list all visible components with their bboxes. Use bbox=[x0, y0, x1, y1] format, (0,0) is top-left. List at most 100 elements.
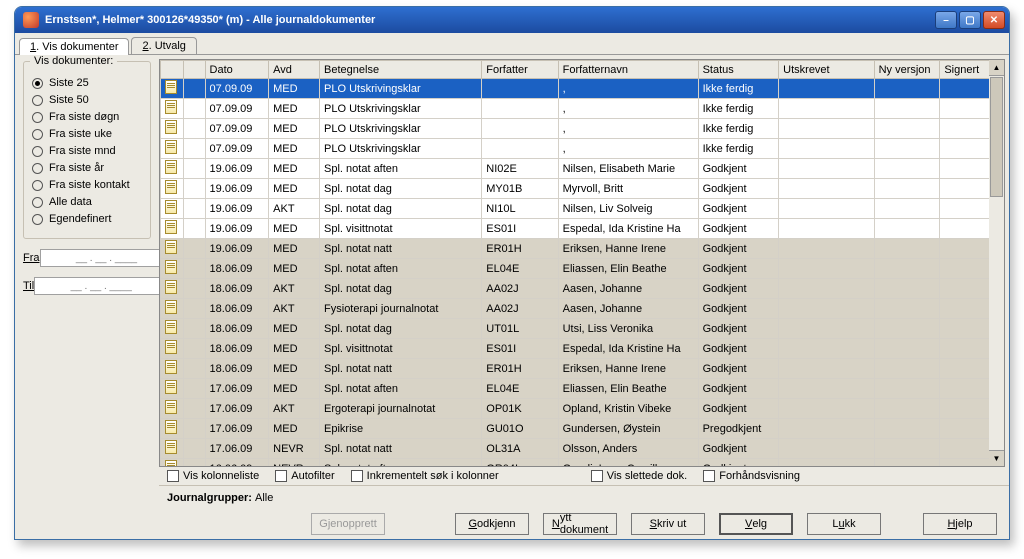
cell-dato: 07.09.09 bbox=[205, 119, 269, 139]
col-header[interactable]: Ny versjon bbox=[874, 61, 940, 79]
table-row[interactable]: 19.06.09MEDSpl. notat aftenNI02ENilsen, … bbox=[161, 159, 1004, 179]
radio-fra-siste-år[interactable]: Fra siste år bbox=[32, 162, 142, 174]
cell-utskrevet bbox=[779, 99, 874, 119]
cell-icon bbox=[161, 159, 184, 179]
table-row[interactable]: 07.09.09MEDPLO Utskrivingsklar,Ikke ferd… bbox=[161, 79, 1004, 99]
radio-alle-data[interactable]: Alle data bbox=[32, 196, 142, 208]
cell-avd: MED bbox=[269, 379, 320, 399]
lukk-button[interactable]: Lukk bbox=[807, 513, 881, 535]
col-header[interactable]: Betegnelse bbox=[320, 61, 482, 79]
close-button[interactable]: ✕ bbox=[983, 11, 1005, 29]
table-row[interactable]: 17.06.09MEDSpl. notat aftenEL04EEliassen… bbox=[161, 379, 1004, 399]
document-grid[interactable]: DatoAvdBetegnelseForfatterForfatternavnS… bbox=[159, 59, 1005, 467]
chk-vis-kolonneliste[interactable]: Vis kolonneliste bbox=[167, 470, 259, 482]
radio-siste-25[interactable]: Siste 25 bbox=[32, 77, 142, 89]
cell-forfatter: MY01B bbox=[482, 179, 558, 199]
table-row[interactable]: 07.09.09MEDPLO Utskrivingsklar,Ikke ferd… bbox=[161, 119, 1004, 139]
col-header[interactable] bbox=[184, 61, 205, 79]
titlebar[interactable]: Ernstsen*, Helmer* 300126*49350* (m) - A… bbox=[15, 7, 1009, 33]
cell-icon bbox=[161, 199, 184, 219]
table-row[interactable]: 19.06.09MEDSpl. visittnotatES01IEspedal,… bbox=[161, 219, 1004, 239]
cell-betegnelse: Spl. notat aften bbox=[320, 379, 482, 399]
table-row[interactable]: 18.06.09MEDSpl. notat aftenEL04EEliassen… bbox=[161, 259, 1004, 279]
scroll-down-icon[interactable]: ▼ bbox=[989, 450, 1004, 466]
chk-forhandsvisning[interactable]: Forhåndsvisning bbox=[703, 470, 800, 482]
cell-utskrevet bbox=[779, 279, 874, 299]
radio-fra-siste-kontakt[interactable]: Fra siste kontakt bbox=[32, 179, 142, 191]
skriv-ut-button[interactable]: Skriv ut bbox=[631, 513, 705, 535]
cell-forfatter: ER01H bbox=[482, 359, 558, 379]
table-row[interactable]: 17.06.09NEVRSpl. notat nattOL31AOlsson, … bbox=[161, 439, 1004, 459]
cell-dato: 18.06.09 bbox=[205, 319, 269, 339]
radio-egendefinert[interactable]: Egendefinert bbox=[32, 213, 142, 225]
cell-blank bbox=[184, 199, 205, 219]
col-header[interactable]: Forfatternavn bbox=[558, 61, 698, 79]
radio-label: Fra siste døgn bbox=[49, 111, 119, 123]
tab-utvalg[interactable]: 2. Utvalg bbox=[131, 37, 196, 54]
table-row[interactable]: 07.09.09MEDPLO Utskrivingsklar,Ikke ferd… bbox=[161, 99, 1004, 119]
cell-utskrevet bbox=[779, 319, 874, 339]
scrollbar[interactable]: ▲ ▼ bbox=[989, 59, 1005, 467]
radio-fra-siste-mnd[interactable]: Fra siste mnd bbox=[32, 145, 142, 157]
cell-icon bbox=[161, 339, 184, 359]
nytt-dokument-button[interactable]: Nytt dokument bbox=[543, 513, 617, 535]
table-row[interactable]: 18.06.09MEDSpl. visittnotatES01IEspedal,… bbox=[161, 339, 1004, 359]
table-row[interactable]: 19.06.09MEDSpl. notat dagMY01BMyrvoll, B… bbox=[161, 179, 1004, 199]
scroll-up-icon[interactable]: ▲ bbox=[989, 60, 1004, 76]
col-header[interactable]: Status bbox=[698, 61, 779, 79]
cell-nyversjon bbox=[874, 459, 940, 468]
godkjenn-button[interactable]: Godkjenn bbox=[455, 513, 529, 535]
table-row[interactable]: 19.06.09MEDSpl. notat nattER01HEriksen, … bbox=[161, 239, 1004, 259]
cell-utskrevet bbox=[779, 239, 874, 259]
table-row[interactable]: 17.06.09AKTErgoterapi journalnotatOP01KO… bbox=[161, 399, 1004, 419]
date-to-input[interactable] bbox=[34, 277, 168, 295]
cell-forfatternavn: Eliassen, Elin Beathe bbox=[558, 259, 698, 279]
table-row[interactable]: 16.06.09NEVRSpl. notat aftenGR04IGrønli,… bbox=[161, 459, 1004, 468]
table-row[interactable]: 18.06.09AKTSpl. notat dagAA02JAasen, Joh… bbox=[161, 279, 1004, 299]
maximize-button[interactable]: ▢ bbox=[959, 11, 981, 29]
cell-nyversjon bbox=[874, 319, 940, 339]
cell-forfatternavn: Aasen, Johanne bbox=[558, 299, 698, 319]
cell-nyversjon bbox=[874, 179, 940, 199]
hjelp-button[interactable]: Hjelp bbox=[923, 513, 997, 535]
table-row[interactable]: 18.06.09MEDSpl. notat dagUT01LUtsi, Liss… bbox=[161, 319, 1004, 339]
table-row[interactable]: 17.06.09MEDEpikriseGU01OGundersen, Øyste… bbox=[161, 419, 1004, 439]
table-row[interactable]: 07.09.09MEDPLO Utskrivingsklar,Ikke ferd… bbox=[161, 139, 1004, 159]
table-row[interactable]: 18.06.09MEDSpl. notat nattER01HEriksen, … bbox=[161, 359, 1004, 379]
col-header[interactable]: Forfatter bbox=[482, 61, 558, 79]
date-from-input[interactable] bbox=[40, 249, 174, 267]
date-from-row: Fra 📅 bbox=[23, 249, 151, 267]
cell-nyversjon bbox=[874, 239, 940, 259]
scroll-thumb[interactable] bbox=[990, 77, 1003, 197]
radio-dot-icon bbox=[32, 78, 43, 89]
chk-inkrementelt[interactable]: Inkrementelt søk i kolonner bbox=[351, 470, 499, 482]
cell-forfatternavn: Opland, Kristin Vibeke bbox=[558, 399, 698, 419]
tab-vis-dokumenter[interactable]: 1. Vis dokumenter bbox=[19, 38, 129, 55]
chk-vis-slettede[interactable]: Vis slettede dok. bbox=[591, 470, 688, 482]
cell-dato: 07.09.09 bbox=[205, 79, 269, 99]
cell-forfatter: OP01K bbox=[482, 399, 558, 419]
radio-fra-siste-døgn[interactable]: Fra siste døgn bbox=[32, 111, 142, 123]
cell-avd: MED bbox=[269, 239, 320, 259]
radio-fra-siste-uke[interactable]: Fra siste uke bbox=[32, 128, 142, 140]
cell-status: Godkjent bbox=[698, 439, 779, 459]
velg-button[interactable]: Velg bbox=[719, 513, 793, 535]
document-icon bbox=[165, 380, 177, 394]
table-row[interactable]: 19.06.09AKTSpl. notat dagNI10LNilsen, Li… bbox=[161, 199, 1004, 219]
col-header[interactable]: Utskrevet bbox=[779, 61, 874, 79]
col-header[interactable]: Avd bbox=[269, 61, 320, 79]
cell-nyversjon bbox=[874, 259, 940, 279]
cell-status: Ikke ferdig bbox=[698, 119, 779, 139]
cell-avd: AKT bbox=[269, 299, 320, 319]
document-icon bbox=[165, 460, 177, 467]
radio-label: Fra siste uke bbox=[49, 128, 112, 140]
chk-autofilter[interactable]: Autofilter bbox=[275, 470, 334, 482]
table-row[interactable]: 18.06.09AKTFysioterapi journalnotatAA02J… bbox=[161, 299, 1004, 319]
col-header[interactable]: Dato bbox=[205, 61, 269, 79]
cell-nyversjon bbox=[874, 219, 940, 239]
minimize-button[interactable]: – bbox=[935, 11, 957, 29]
col-header[interactable] bbox=[161, 61, 184, 79]
cell-nyversjon bbox=[874, 279, 940, 299]
radio-dot-icon bbox=[32, 214, 43, 225]
radio-siste-50[interactable]: Siste 50 bbox=[32, 94, 142, 106]
